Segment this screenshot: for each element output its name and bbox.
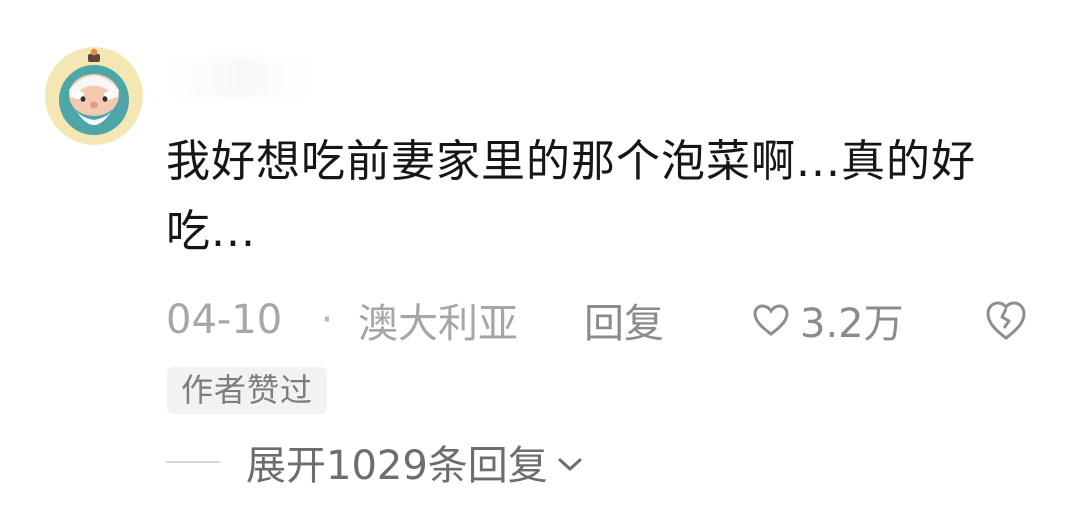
comment-location: 澳大利亚 — [358, 301, 518, 347]
comment-meta-row: 04-10 · 澳大利亚 回复 3.2万 — [166, 290, 1036, 350]
comment-date: 04-10 — [166, 297, 283, 343]
expand-divider-line — [166, 461, 220, 463]
like-count: 3.2万 — [800, 301, 904, 347]
expand-replies-button[interactable]: 展开1029条回复 — [166, 432, 584, 492]
dislike-button[interactable] — [984, 298, 1028, 342]
broken-heart-icon — [986, 301, 1026, 340]
heart-outline-icon — [753, 304, 789, 336]
meta-separator: · — [320, 297, 334, 343]
username-placeholder — [168, 58, 308, 98]
author-liked-badge: 作者赞过 — [167, 367, 328, 414]
reply-button[interactable]: 回复 — [584, 291, 664, 349]
username[interactable] — [168, 58, 308, 98]
comment-text: 我好想吃前妻家里的那个泡菜啊...真的好吃... — [166, 136, 976, 257]
old-man-avatar-icon — [45, 47, 143, 145]
avatar[interactable] — [45, 47, 143, 145]
expand-replies-label: 展开1029条回复 — [246, 443, 548, 489]
chevron-down-icon — [558, 458, 582, 471]
like-button[interactable]: 3.2万 — [752, 290, 904, 350]
